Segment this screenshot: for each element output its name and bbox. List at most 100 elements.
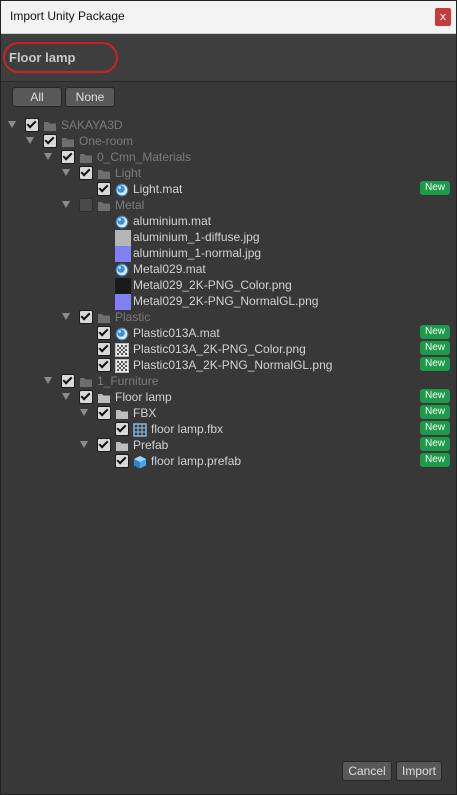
row-checkbox[interactable]: [25, 118, 39, 132]
tree-row[interactable]: Metal029_2K-PNG_Color.png: [1, 277, 456, 294]
tree-row[interactable]: Metal: [1, 197, 456, 213]
row-checkbox[interactable]: [97, 438, 111, 452]
row-checkbox[interactable]: [115, 454, 129, 468]
expand-arrow-icon[interactable]: [80, 441, 88, 448]
tree-row[interactable]: Light.mat New: [1, 181, 456, 197]
tree-row[interactable]: aluminium_1-normal.jpg: [1, 245, 456, 262]
texture-checker-icon: [115, 358, 129, 373]
row-checkbox[interactable]: [97, 182, 111, 196]
row-checkbox[interactable]: [61, 150, 75, 164]
texture-dark-icon: [115, 278, 131, 294]
new-badge: New: [420, 389, 450, 403]
tree-row-label: Plastic013A_2K-PNG_Color.png: [133, 342, 306, 356]
new-badge: New: [420, 341, 450, 355]
material-sphere-icon: [115, 214, 129, 229]
row-checkbox[interactable]: [115, 422, 129, 436]
expand-arrow-icon[interactable]: [26, 137, 34, 144]
selection-toolbar: All None: [1, 87, 456, 113]
tree-row[interactable]: Metal029_2K-PNG_NormalGL.png: [1, 293, 456, 310]
expand-arrow-icon[interactable]: [44, 153, 52, 160]
tree-row-label: Plastic: [115, 310, 151, 324]
tree-row-label: aluminium.mat: [133, 214, 212, 228]
tree-row[interactable]: Plastic013A.mat New: [1, 325, 456, 341]
tree-row-label: Metal029_2K-PNG_Color.png: [133, 278, 292, 292]
row-checkbox[interactable]: [79, 198, 93, 212]
row-checkbox[interactable]: [79, 166, 93, 180]
folder-icon: [97, 390, 111, 404]
folder-icon: [61, 134, 75, 148]
expand-arrow-icon[interactable]: [62, 201, 70, 208]
row-checkbox[interactable]: [61, 374, 75, 388]
window-title: Import Unity Package: [10, 9, 125, 23]
import-button[interactable]: Import: [396, 761, 442, 781]
row-checkbox[interactable]: [79, 390, 93, 404]
row-checkbox[interactable]: [97, 358, 111, 372]
tree-row[interactable]: 0_Cmn_Materials: [1, 149, 456, 165]
tree-row[interactable]: SAKAYA3D: [1, 117, 456, 133]
new-badge: New: [420, 421, 450, 435]
tree-row[interactable]: aluminium.mat: [1, 213, 456, 229]
tree-row-label: 0_Cmn_Materials: [97, 150, 192, 164]
material-sphere-icon: [115, 182, 129, 197]
folder-icon: [97, 166, 111, 180]
tree-row-label: Light: [115, 166, 142, 180]
tree-row[interactable]: Metal029.mat: [1, 261, 456, 277]
title-bar[interactable]: Import Unity Package x: [1, 1, 456, 34]
expand-arrow-icon[interactable]: [44, 377, 52, 384]
tree-row[interactable]: Plastic: [1, 309, 456, 325]
select-all-button[interactable]: All: [12, 87, 62, 107]
expand-arrow-icon[interactable]: [62, 393, 70, 400]
row-checkbox[interactable]: [97, 342, 111, 356]
tree-row[interactable]: One-room: [1, 133, 456, 149]
tree-row-label: floor lamp.fbx: [151, 422, 224, 436]
row-checkbox[interactable]: [79, 310, 93, 324]
new-badge: New: [420, 357, 450, 371]
expand-arrow-icon[interactable]: [62, 169, 70, 176]
new-badge: New: [420, 453, 450, 467]
cancel-button[interactable]: Cancel: [342, 761, 392, 781]
tree-row[interactable]: floor lamp.fbx New: [1, 421, 456, 437]
tree-row[interactable]: Prefab New: [1, 437, 456, 453]
package-contents-tree: SAKAYA3D One-room 0_Cmn_Materials Light Ligh…: [1, 117, 456, 757]
row-checkbox[interactable]: [97, 406, 111, 420]
package-header: Floor lamp: [1, 34, 456, 82]
texture-gray-icon: [115, 230, 131, 246]
folder-icon: [97, 198, 111, 212]
tree-row[interactable]: floor lamp.prefab New: [1, 453, 456, 469]
tree-row-label: Light.mat: [133, 182, 183, 196]
expand-arrow-icon[interactable]: [62, 313, 70, 320]
tree-row[interactable]: aluminium_1-diffuse.jpg: [1, 229, 456, 246]
tree-row[interactable]: 1_Furniture: [1, 373, 456, 389]
row-checkbox[interactable]: [43, 134, 57, 148]
import-package-window: Import Unity Package x Floor lamp All No…: [0, 0, 457, 795]
tree-row-label: Metal029.mat: [133, 262, 206, 276]
tree-row[interactable]: FBX New: [1, 405, 456, 421]
tree-row-label: Metal: [115, 198, 145, 212]
new-badge: New: [420, 325, 450, 339]
folder-icon: [43, 118, 57, 132]
close-button[interactable]: x: [435, 8, 451, 26]
new-badge: New: [420, 181, 450, 195]
folder-icon: [97, 310, 111, 324]
expand-arrow-icon[interactable]: [80, 409, 88, 416]
prefab-cube-icon: [133, 454, 147, 469]
select-none-button[interactable]: None: [65, 87, 115, 107]
material-sphere-icon: [115, 326, 129, 341]
tree-row-label: floor lamp.prefab: [151, 454, 242, 468]
tree-row[interactable]: Light: [1, 165, 456, 181]
tree-row[interactable]: Plastic013A_2K-PNG_Color.png New: [1, 341, 456, 357]
highlight-annotation: [3, 42, 118, 73]
tree-row-label: Metal029_2K-PNG_NormalGL.png: [133, 294, 319, 308]
folder-icon: [79, 150, 93, 164]
new-badge: New: [420, 405, 450, 419]
expand-arrow-icon[interactable]: [8, 121, 16, 128]
tree-row[interactable]: Plastic013A_2K-PNG_NormalGL.png New: [1, 357, 456, 373]
close-icon: x: [439, 10, 447, 23]
row-checkbox[interactable]: [97, 326, 111, 340]
tree-row-label: Plastic013A_2K-PNG_NormalGL.png: [133, 358, 333, 372]
mesh-grid-icon: [133, 422, 147, 437]
tree-row-label: Floor lamp: [115, 390, 172, 404]
tree-row[interactable]: Floor lamp New: [1, 389, 456, 405]
texture-normal-icon: [115, 294, 131, 310]
tree-row-label: aluminium_1-diffuse.jpg: [133, 230, 260, 244]
